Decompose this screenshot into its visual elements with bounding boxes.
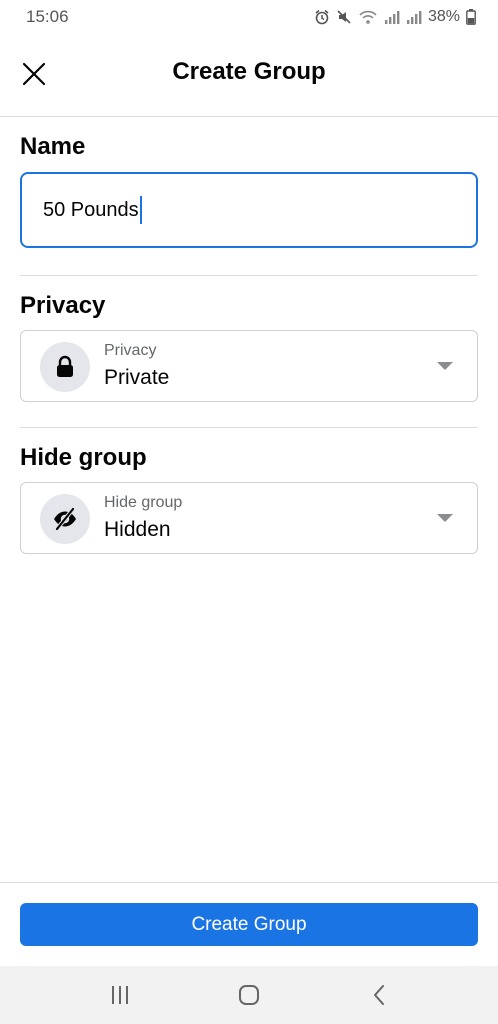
recent-apps-button[interactable] [105,980,135,1010]
group-name-value: 50 Pounds [43,198,139,221]
home-icon [239,985,259,1005]
status-icons: 38% [314,8,476,26]
status-bar: 15:06 38% [0,0,498,34]
alarm-icon [314,9,330,25]
name-section-label: Name [20,133,86,160]
privacy-value: Private [104,366,170,389]
wifi-icon [358,9,378,25]
page-title: Create Group [172,58,326,85]
status-time: 15:06 [26,7,69,26]
privacy-field-label: Privacy [104,342,157,359]
app-header: Create Group [0,40,498,108]
privacy-select[interactable]: Privacy Private [20,330,478,402]
footer-divider [0,882,498,883]
system-nav-bar [0,966,498,1024]
hide-group-section-label: Hide group [20,444,147,471]
hide-group-select[interactable]: Hide group Hidden [20,482,478,554]
signal-icon [384,9,400,25]
section-divider [20,275,478,276]
hide-group-field-label: Hide group [104,494,183,511]
chevron-down-icon [437,362,453,370]
battery-percent: 38% [427,8,460,25]
text-caret [139,196,142,224]
section-divider [20,427,478,428]
signal-icon [406,9,422,25]
eye-off-icon [54,507,76,531]
hide-group-icon-wrap [40,494,90,544]
header-divider [0,116,498,117]
mute-icon [336,9,352,25]
battery-icon [466,9,476,25]
back-icon [374,985,384,1005]
back-button[interactable] [364,980,394,1010]
privacy-section-label: Privacy [20,292,106,319]
home-button[interactable] [234,980,264,1010]
privacy-icon-wrap [40,342,90,392]
hide-group-value: Hidden [104,518,171,541]
chevron-down-icon [437,514,453,522]
recent-apps-icon [112,986,128,1004]
lock-icon [57,355,73,377]
group-name-input[interactable]: 50 Pounds [20,172,478,248]
create-group-button[interactable]: Create Group [20,903,478,946]
